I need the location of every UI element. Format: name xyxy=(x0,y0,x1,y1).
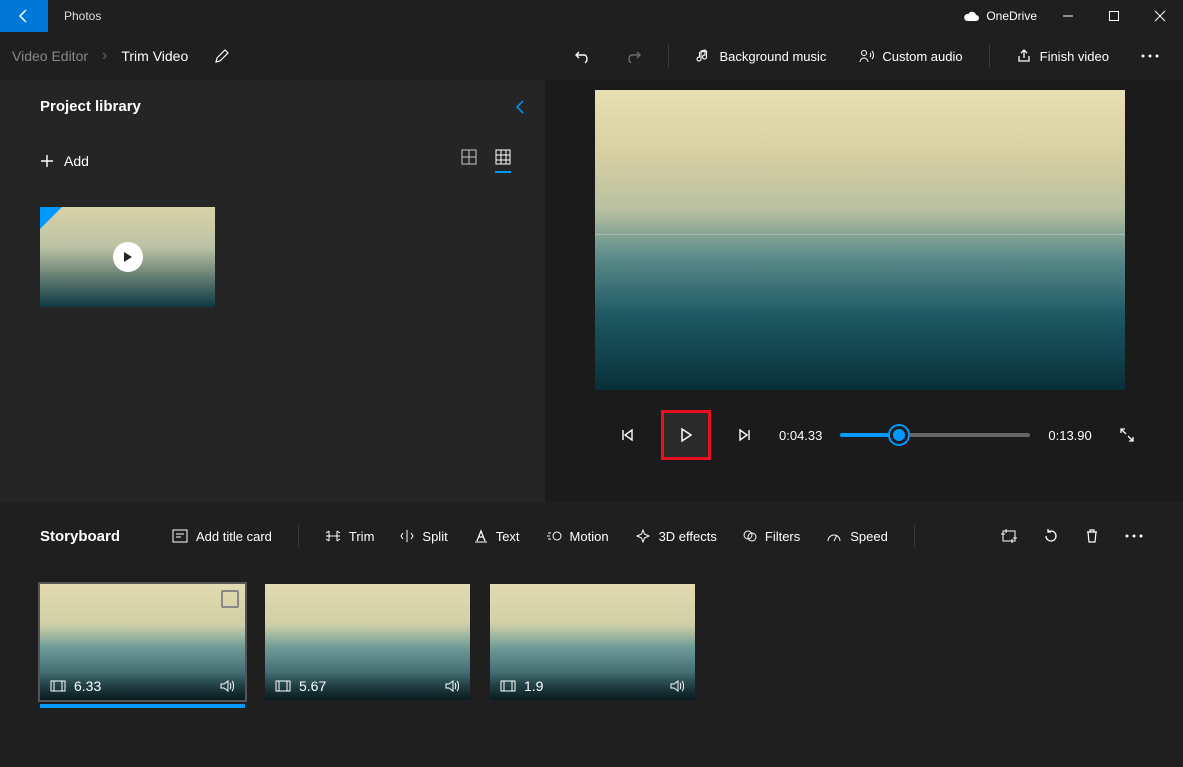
back-button[interactable] xyxy=(0,0,48,32)
storyboard-more-button[interactable] xyxy=(1125,534,1143,538)
grid-large-icon xyxy=(461,149,477,165)
music-icon xyxy=(695,48,711,64)
video-preview[interactable] xyxy=(595,90,1125,390)
film-icon xyxy=(50,680,66,692)
app-title: Photos xyxy=(64,9,101,23)
more-button[interactable] xyxy=(1129,36,1171,76)
project-library-title: Project library xyxy=(40,98,141,115)
fullscreen-icon xyxy=(1119,427,1135,443)
add-title-card-button[interactable]: Add title card xyxy=(162,518,282,554)
step-forward-icon xyxy=(738,428,752,442)
resize-button[interactable] xyxy=(1001,529,1017,543)
storyboard-clip[interactable]: 6.33 xyxy=(40,584,245,700)
cloud-icon xyxy=(962,10,980,22)
command-bar: Video Editor › Trim Video Background mus… xyxy=(0,32,1183,80)
storyboard-clip[interactable]: 1.9 xyxy=(490,584,695,700)
finish-video-button[interactable]: Finish video xyxy=(1004,36,1121,76)
collapse-library-button[interactable] xyxy=(515,99,525,115)
volume-icon[interactable] xyxy=(669,679,685,693)
storyboard-clip[interactable]: 5.67 xyxy=(265,584,470,700)
export-icon xyxy=(1016,48,1032,64)
title-card-icon xyxy=(172,529,188,543)
split-button[interactable]: Split xyxy=(390,518,457,554)
motion-icon xyxy=(546,529,562,543)
filters-button[interactable]: Filters xyxy=(733,518,810,554)
clip-duration: 6.33 xyxy=(74,678,101,694)
title-bar: Photos OneDrive xyxy=(0,0,1183,32)
next-frame-button[interactable] xyxy=(729,419,761,451)
film-icon xyxy=(500,680,516,692)
volume-icon[interactable] xyxy=(444,679,460,693)
text-button[interactable]: Text xyxy=(464,518,530,554)
speed-button[interactable]: Speed xyxy=(816,518,898,554)
edit-name-button[interactable] xyxy=(214,48,230,64)
split-icon xyxy=(400,529,414,543)
add-media-button[interactable]: Add xyxy=(40,153,89,169)
clip-duration: 5.67 xyxy=(299,678,326,694)
undo-button[interactable] xyxy=(562,36,604,76)
text-icon xyxy=(474,529,488,543)
library-clip-thumbnail[interactable] xyxy=(40,207,215,307)
redo-icon xyxy=(624,47,642,65)
3d-effects-button[interactable]: 3D effects xyxy=(625,518,727,554)
background-music-button[interactable]: Background music xyxy=(683,36,838,76)
large-grid-view-button[interactable] xyxy=(461,149,477,173)
grid-small-icon xyxy=(495,149,511,165)
play-button[interactable] xyxy=(661,410,711,460)
film-icon xyxy=(275,680,291,692)
trim-icon xyxy=(325,529,341,543)
breadcrumb-root[interactable]: Video Editor xyxy=(12,48,88,64)
plus-icon xyxy=(40,154,54,168)
ellipsis-icon xyxy=(1141,54,1159,58)
person-audio-icon xyxy=(858,48,874,64)
preview-panel: 0:04.33 0:13.90 xyxy=(545,80,1183,502)
fullscreen-button[interactable] xyxy=(1111,419,1143,451)
used-indicator-icon xyxy=(40,207,62,229)
current-time: 0:04.33 xyxy=(779,428,822,443)
small-grid-view-button[interactable] xyxy=(495,149,511,173)
rotate-button[interactable] xyxy=(1043,528,1059,544)
ellipsis-icon xyxy=(1125,534,1143,538)
breadcrumb-current: Trim Video xyxy=(121,48,188,64)
minimize-button[interactable] xyxy=(1045,0,1091,32)
volume-icon[interactable] xyxy=(219,679,235,693)
trash-icon xyxy=(1085,528,1099,544)
chevron-right-icon: › xyxy=(102,47,107,65)
total-time: 0:13.90 xyxy=(1048,428,1091,443)
step-back-icon xyxy=(620,428,634,442)
pencil-icon xyxy=(214,48,230,64)
trim-button[interactable]: Trim xyxy=(315,518,385,554)
previous-frame-button[interactable] xyxy=(611,419,643,451)
storyboard-panel: Storyboard Add title card Trim Split Tex… xyxy=(0,502,1183,767)
seek-slider[interactable] xyxy=(840,433,1030,437)
clip-checkbox[interactable] xyxy=(221,590,239,608)
speed-icon xyxy=(826,529,842,543)
thumbnail-play-icon xyxy=(113,242,143,272)
storyboard-title: Storyboard xyxy=(40,528,120,545)
filters-icon xyxy=(743,529,757,543)
arrow-left-icon xyxy=(16,8,32,24)
maximize-button[interactable] xyxy=(1091,0,1137,32)
undo-icon xyxy=(574,47,592,65)
chevron-left-icon xyxy=(515,99,525,115)
rotate-icon xyxy=(1043,528,1059,544)
crop-icon xyxy=(1001,529,1017,543)
delete-button[interactable] xyxy=(1085,528,1099,544)
seek-knob[interactable] xyxy=(890,426,908,444)
close-button[interactable] xyxy=(1137,0,1183,32)
clip-duration: 1.9 xyxy=(524,678,543,694)
custom-audio-button[interactable]: Custom audio xyxy=(846,36,974,76)
play-icon xyxy=(680,428,692,442)
project-library-panel: Project library Add xyxy=(0,80,545,502)
sparkle-icon xyxy=(635,529,651,543)
motion-button[interactable]: Motion xyxy=(536,518,619,554)
redo-button xyxy=(612,36,654,76)
onedrive-status[interactable]: OneDrive xyxy=(962,9,1037,23)
